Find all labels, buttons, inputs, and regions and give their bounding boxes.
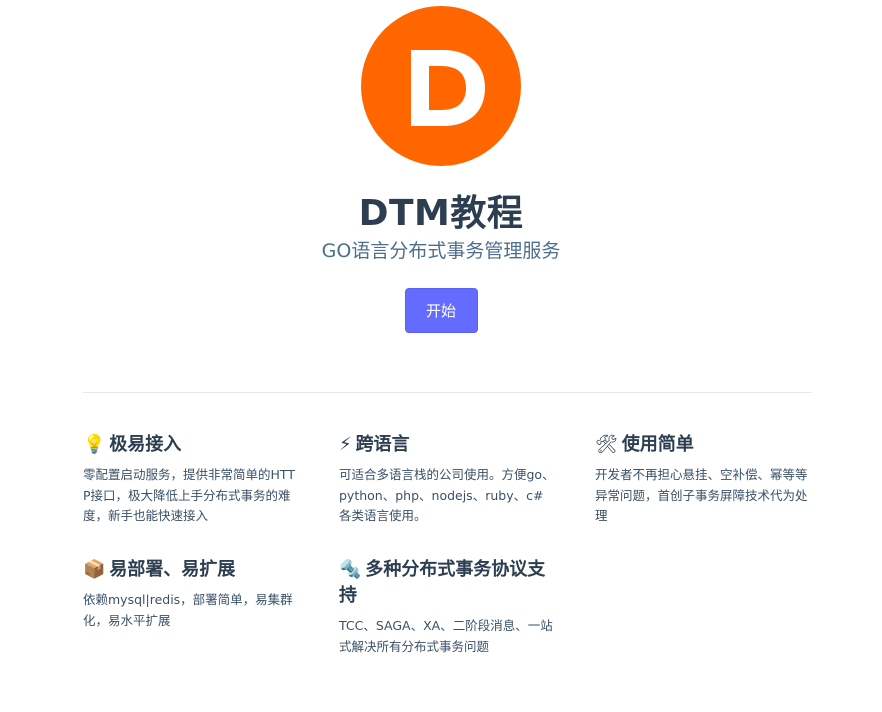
- feature-easy-deploy: 📦 易部署、易扩展 依赖mysql|redis，部署简单，易集群化，易水平扩展: [83, 557, 300, 631]
- lightbulb-icon: 💡: [83, 434, 106, 455]
- feature-title-wrapper: 🛠 使用简单: [595, 432, 812, 458]
- feature-title: 多种分布式事务协议支持: [339, 559, 546, 606]
- get-started-button[interactable]: 开始: [404, 288, 478, 333]
- hero-section: DTM教程 GO语言分布式事务管理服务 开始: [0, 0, 882, 333]
- feature-title: 跨语言: [355, 434, 410, 455]
- bolt-icon: 🔩: [339, 559, 362, 580]
- feature-easy-integration: 💡 极易接入 零配置启动服务，提供非常简单的HTTP接口，极大降低上手分布式事务的…: [83, 432, 300, 527]
- feature-title: 使用简单: [621, 434, 694, 455]
- divider: [83, 392, 812, 393]
- feature-title-wrapper: 📦 易部署、易扩展: [83, 557, 300, 583]
- dtm-logo-icon: [411, 50, 485, 126]
- dtm-logo: [361, 6, 521, 166]
- feature-details: 依赖mysql|redis，部署简单，易集群化，易水平扩展: [83, 592, 293, 628]
- lightning-icon: ⚡: [339, 434, 352, 455]
- feature-title-wrapper: 🔩 多种分布式事务协议支持: [339, 557, 556, 609]
- feature-details: 可适合多语言栈的公司使用。方便go、python、php、nodejs、ruby…: [339, 467, 555, 523]
- feature-cross-language: ⚡ 跨语言 可适合多语言栈的公司使用。方便go、python、php、nodejs…: [339, 432, 556, 527]
- page-title: DTM教程: [358, 193, 524, 234]
- feature-title-wrapper: ⚡ 跨语言: [339, 432, 556, 458]
- package-icon: 📦: [83, 559, 106, 580]
- page-description: GO语言分布式事务管理服务: [321, 240, 561, 262]
- feature-title: 极易接入: [109, 434, 182, 455]
- feature-title-wrapper: 💡 极易接入: [83, 432, 300, 458]
- feature-details: 开发者不再担心悬挂、空补偿、幂等等异常问题，首创子事务屏障技术代为处理: [595, 467, 808, 523]
- feature-multi-protocol: 🔩 多种分布式事务协议支持 TCC、SAGA、XA、二阶段消息、一站式解决所有分布…: [339, 557, 556, 657]
- feature-title: 易部署、易扩展: [109, 559, 236, 580]
- feature-details: 零配置启动服务，提供非常简单的HTTP接口，极大降低上手分布式事务的难度，新手也…: [83, 467, 295, 523]
- tools-icon: 🛠: [595, 434, 618, 455]
- feature-details: TCC、SAGA、XA、二阶段消息、一站式解决所有分布式事务问题: [339, 618, 553, 654]
- feature-easy-use: 🛠 使用简单 开发者不再担心悬挂、空补偿、幂等等异常问题，首创子事务屏障技术代为处…: [595, 432, 812, 527]
